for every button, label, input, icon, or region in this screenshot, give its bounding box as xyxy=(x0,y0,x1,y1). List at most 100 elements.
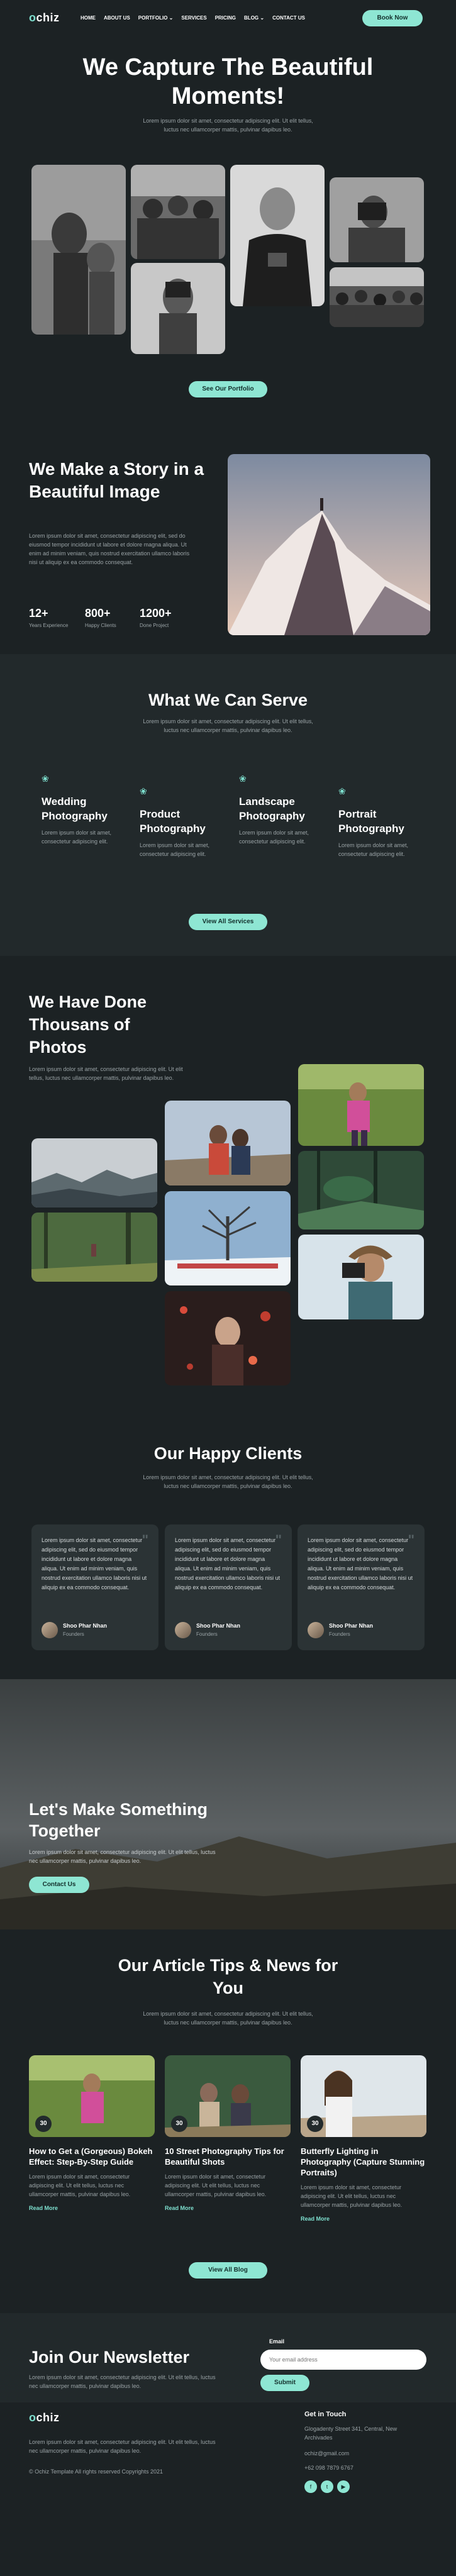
blog-post-excerpt: Lorem ipsum dolor sit amet, consectetur … xyxy=(29,2174,131,2197)
blog-post-image[interactable]: 30 xyxy=(165,2055,291,2137)
view-all-blog-button[interactable]: View All Blog xyxy=(189,2262,267,2279)
hero-photo-group xyxy=(131,165,225,259)
hero-photo-photographer xyxy=(330,177,424,262)
nav-contact[interactable]: CONTACT US xyxy=(272,15,305,21)
quote-icon: " xyxy=(275,1532,282,1548)
hero-photo-crowd xyxy=(330,267,424,327)
portfolio-photo-photographer-woman[interactable] xyxy=(298,1235,424,1319)
service-landscape[interactable]: ❀ Landscape Photography Lorem ipsum dolo… xyxy=(239,774,321,846)
portfolio-photo-mist[interactable] xyxy=(31,1138,157,1208)
portfolio-photo-lights[interactable] xyxy=(165,1291,291,1385)
nav-services[interactable]: SERVICES xyxy=(181,15,206,21)
newsletter-email-input[interactable] xyxy=(260,2350,426,2370)
hero-subtitle: Lorem ipsum dolor sit amet, consectetur … xyxy=(143,118,313,133)
hero-photo-kids xyxy=(31,165,126,335)
top-navbar: ochiz HOME ABOUT US PORTFOLIO ⌄ SERVICES… xyxy=(0,0,456,36)
service-portrait[interactable]: ❀ Portrait Photography Lorem ipsum dolor… xyxy=(338,786,420,858)
portfolio-photo-forest[interactable] xyxy=(31,1213,157,1282)
contact-us-button[interactable]: Contact Us xyxy=(29,1877,89,1893)
youtube-icon[interactable]: ▶ xyxy=(337,2480,350,2493)
testimonial-card: " Lorem ipsum dolor sit amet, consectetu… xyxy=(165,1524,292,1650)
service-wedding-title: Wedding Photography xyxy=(42,796,108,822)
service-product[interactable]: ❀ Product Photography Lorem ipsum dolor … xyxy=(140,786,221,858)
service-product-title: Product Photography xyxy=(140,808,206,835)
facebook-icon[interactable]: f xyxy=(304,2480,317,2493)
service-landscape-desc: Lorem ipsum dolor sit amet, consectetur … xyxy=(239,830,309,845)
stat-years: 12+ Years Experience xyxy=(29,607,68,628)
blog-post-title[interactable]: How to Get a (Gorgeous) Bokeh Effect: St… xyxy=(29,2146,155,2167)
testimonial-name: Shoo Phar Nhan xyxy=(329,1623,374,1629)
blog-post-card[interactable]: 30 How to Get a (Gorgeous) Bokeh Effect:… xyxy=(29,2055,155,2211)
portfolio-subtitle: Lorem ipsum dolor sit amet, consectetur … xyxy=(29,1066,183,1081)
main-menu: HOME ABOUT US PORTFOLIO ⌄ SERVICES PRICI… xyxy=(81,15,305,21)
footer-address: Glogadenty Street 341, Central, New Arch… xyxy=(304,2426,398,2441)
services-title: What We Can Serve xyxy=(148,691,308,709)
logo-mark: o xyxy=(29,2411,36,2424)
camera-icon: ❀ xyxy=(338,786,346,796)
nav-pricing[interactable]: PRICING xyxy=(215,15,236,21)
read-more-link[interactable]: Read More xyxy=(29,2205,155,2211)
cta-subtitle: Lorem ipsum dolor sit amet, consectetur … xyxy=(29,1849,216,1864)
see-portfolio-button[interactable]: See Our Portfolio xyxy=(189,381,267,397)
stat-clients: 800+ Happy Clients xyxy=(85,607,116,628)
newsletter-submit-button[interactable]: Submit xyxy=(260,2375,309,2391)
service-wedding-desc: Lorem ipsum dolor sit amet, consectetur … xyxy=(42,830,112,845)
newsletter-title: Join Our Newsletter xyxy=(29,2348,190,2367)
read-more-link[interactable]: Read More xyxy=(301,2216,426,2222)
blog-post-title[interactable]: Butterfly Lighting in Photography (Captu… xyxy=(301,2146,426,2178)
camera-icon: ❀ xyxy=(239,774,247,784)
stat-years-number: 12+ xyxy=(29,607,48,619)
footer-contact-title: Get in Touch xyxy=(304,2411,347,2418)
portfolio-photo-couple[interactable] xyxy=(165,1101,291,1185)
portfolio-title: We Have Done Thousans of Photos xyxy=(29,992,147,1057)
testimonial-text: Lorem ipsum dolor sit amet, consectetur … xyxy=(42,1537,147,1591)
quote-icon: " xyxy=(142,1532,148,1548)
blog-title: Our Article Tips & News for You xyxy=(118,1956,338,1997)
nav-about[interactable]: ABOUT US xyxy=(104,15,130,21)
camera-icon: ❀ xyxy=(140,786,147,796)
story-photo-mountain xyxy=(228,454,430,635)
stat-years-label: Years Experience xyxy=(29,623,69,628)
book-now-button[interactable]: Book Now xyxy=(362,10,423,26)
footer-about: Lorem ipsum dolor sit amet, consectetur … xyxy=(29,2439,216,2454)
testimonial-card: " Lorem ipsum dolor sit amet, consectetu… xyxy=(298,1524,425,1650)
logo[interactable]: ochiz xyxy=(29,11,60,25)
footer-phone[interactable]: +62 098 7879 6767 xyxy=(304,2463,353,2472)
nav-blog[interactable]: BLOG ⌄ xyxy=(244,15,264,21)
stat-clients-label: Happy Clients xyxy=(85,623,116,628)
blog-post-card[interactable]: 30 10 Street Photography Tips for Beauti… xyxy=(165,2055,291,2211)
view-all-services-button[interactable]: View All Services xyxy=(189,914,267,930)
logo-text: chiz xyxy=(36,2411,60,2424)
testimonial-text: Lorem ipsum dolor sit amet, consectetur … xyxy=(308,1537,413,1591)
read-more-link[interactable]: Read More xyxy=(165,2205,291,2211)
service-landscape-title: Landscape Photography xyxy=(239,796,305,822)
camera-icon: ❀ xyxy=(42,774,49,784)
nav-home[interactable]: HOME xyxy=(81,15,96,21)
blog-post-date: 30 xyxy=(35,2116,52,2132)
blog-post-excerpt: Lorem ipsum dolor sit amet, consectetur … xyxy=(165,2174,267,2197)
testimonial-card: " Lorem ipsum dolor sit amet, consectetu… xyxy=(31,1524,158,1650)
logo-mark: o xyxy=(29,11,36,24)
footer-logo[interactable]: ochiz xyxy=(29,2411,60,2424)
blog-post-image[interactable]: 30 xyxy=(301,2055,426,2137)
service-wedding[interactable]: ❀ Wedding Photography Lorem ipsum dolor … xyxy=(42,774,123,846)
testimonial-text: Lorem ipsum dolor sit amet, consectetur … xyxy=(175,1537,281,1591)
testimonial-role: Founders xyxy=(63,1631,84,1637)
nav-portfolio[interactable]: PORTFOLIO ⌄ xyxy=(138,15,174,21)
clients-title: Our Happy Clients xyxy=(153,1444,303,1463)
footer-email[interactable]: ochiz@gmail.com xyxy=(304,2449,349,2458)
blog-post-card[interactable]: 30 Butterfly Lighting in Photography (Ca… xyxy=(301,2055,426,2222)
blog-post-image[interactable]: 30 xyxy=(29,2055,155,2137)
story-title: We Make a Story in a Beautiful Image xyxy=(29,459,204,501)
portfolio-photo-girl-pink[interactable] xyxy=(298,1064,424,1146)
email-label: Email xyxy=(269,2338,285,2345)
clients-subtitle: Lorem ipsum dolor sit amet, consectetur … xyxy=(143,1474,313,1489)
avatar xyxy=(42,1622,58,1638)
portfolio-photo-green-forest[interactable] xyxy=(298,1151,424,1230)
portfolio-photo-winter[interactable] xyxy=(165,1191,291,1285)
blog-post-date: 30 xyxy=(171,2116,187,2132)
blog-post-title[interactable]: 10 Street Photography Tips for Beautiful… xyxy=(165,2146,291,2167)
blog-subtitle: Lorem ipsum dolor sit amet, consectetur … xyxy=(143,2011,313,2026)
service-portrait-title: Portrait Photography xyxy=(338,808,404,835)
twitter-icon[interactable]: t xyxy=(321,2480,333,2493)
